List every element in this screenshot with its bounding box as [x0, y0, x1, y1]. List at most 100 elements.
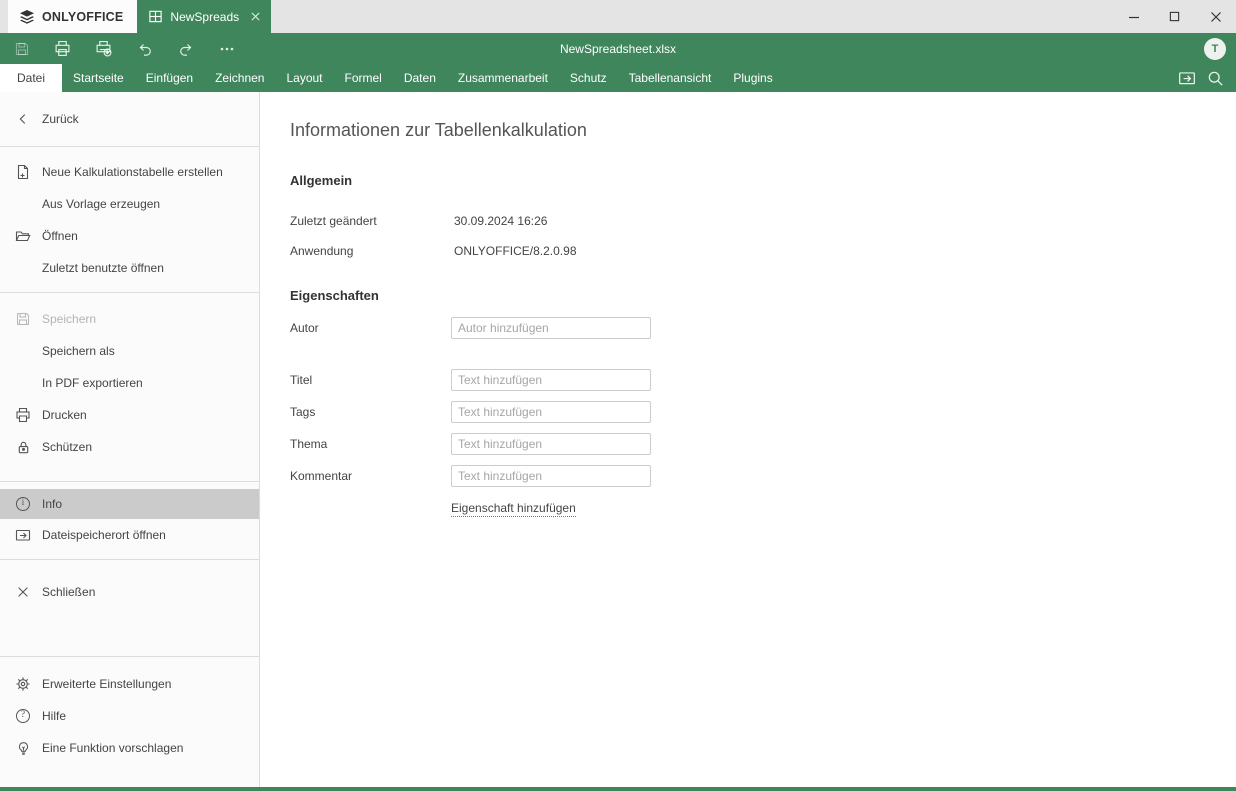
sidebar-section-save: Speichern Speichern als In PDF exportier… — [0, 293, 259, 481]
sidebar-item-zurueck[interactable]: Zurück — [0, 103, 259, 135]
property-row-autor: Autor — [290, 317, 1236, 339]
onlyoffice-logo-icon — [19, 9, 35, 25]
window-controls — [1113, 0, 1236, 33]
sidebar-item-label: Schließen — [42, 585, 95, 599]
sidebar-item-label: Hilfe — [42, 709, 66, 723]
sidebar-item-aus-vorlage[interactable]: Aus Vorlage erzeugen — [0, 188, 259, 220]
sidebar-item-speichern[interactable]: Speichern — [0, 303, 259, 335]
avatar[interactable]: T — [1204, 38, 1226, 60]
sidebar-section-back: Zurück — [0, 92, 259, 146]
tab-plugins[interactable]: Plugins — [722, 64, 783, 92]
quick-print-icon[interactable] — [95, 40, 112, 57]
app-logo-text: ONLYOFFICE — [42, 10, 123, 24]
sidebar-item-label: Dateispeicherort öffnen — [42, 528, 166, 542]
sidebar-item-label: Eine Funktion vorschlagen — [42, 741, 183, 755]
sidebar-section-help: Erweiterte Einstellungen ? Hilfe — [0, 657, 259, 775]
info-row-last-modified: Zuletzt geändert 30.09.2024 16:26 — [290, 214, 1236, 228]
autor-input[interactable] — [451, 317, 651, 339]
sidebar-item-oeffnen[interactable]: Öffnen — [0, 220, 259, 252]
tab-schutz[interactable]: Schutz — [559, 64, 618, 92]
sidebar-item-label: Aus Vorlage erzeugen — [42, 197, 160, 211]
no-icon — [14, 342, 32, 360]
sidebar-item-dateispeicherort[interactable]: Dateispeicherort öffnen — [0, 519, 259, 551]
lock-icon — [14, 438, 32, 456]
tab-datei[interactable]: Datei — [0, 64, 62, 92]
tab-startseite[interactable]: Startseite — [62, 64, 135, 92]
autor-label: Autor — [290, 321, 451, 335]
info-row-application: Anwendung ONLYOFFICE/8.2.0.98 — [290, 244, 1236, 258]
save-icon[interactable] — [13, 40, 30, 57]
titel-input[interactable] — [451, 369, 651, 391]
last-modified-value: 30.09.2024 16:26 — [454, 214, 547, 228]
app-logo: ONLYOFFICE — [8, 0, 137, 33]
sidebar-item-label: In PDF exportieren — [42, 376, 143, 390]
sidebar-item-schuetzen[interactable]: Schützen — [0, 431, 259, 463]
properties-heading: Eigenschaften — [290, 288, 1236, 303]
sidebar-item-hilfe[interactable]: ? Hilfe — [0, 700, 259, 732]
sidebar-item-funktion-vorschlagen[interactable]: Eine Funktion vorschlagen — [0, 732, 259, 764]
new-spreadsheet-icon — [14, 163, 32, 181]
chevron-left-icon — [14, 110, 32, 128]
gear-icon — [14, 675, 32, 693]
info-icon: i — [14, 495, 32, 513]
kommentar-input[interactable] — [451, 465, 651, 487]
sidebar-item-speichern-als[interactable]: Speichern als — [0, 335, 259, 367]
property-row-kommentar: Kommentar — [290, 465, 1236, 487]
thema-input[interactable] — [451, 433, 651, 455]
sidebar-item-erweiterte-einstellungen[interactable]: Erweiterte Einstellungen — [0, 668, 259, 700]
sidebar-item-label: Speichern — [42, 312, 96, 326]
folder-location-icon — [14, 526, 32, 544]
tab-layout[interactable]: Layout — [275, 64, 333, 92]
tab-formel[interactable]: Formel — [334, 64, 393, 92]
search-icon[interactable] — [1206, 69, 1224, 87]
titlebar-spacer — [271, 0, 1113, 33]
application-value: ONLYOFFICE/8.2.0.98 — [454, 244, 577, 258]
sidebar-item-neue-kalkulationstabelle[interactable]: Neue Kalkulationstabelle erstellen — [0, 156, 259, 188]
tab-close-icon[interactable] — [247, 9, 263, 25]
minimize-button[interactable] — [1113, 0, 1154, 33]
close-icon — [14, 583, 32, 601]
sidebar-section-close: Schließen — [0, 560, 259, 656]
thema-label: Thema — [290, 437, 451, 451]
bottom-accent-strip — [0, 787, 1236, 791]
sidebar-item-label: Schützen — [42, 440, 92, 454]
undo-icon[interactable] — [136, 40, 153, 57]
redo-icon[interactable] — [177, 40, 194, 57]
document-tab[interactable]: NewSpreads... — [137, 0, 271, 33]
sidebar-item-label: Drucken — [42, 408, 87, 422]
tab-zeichnen[interactable]: Zeichnen — [204, 64, 275, 92]
open-file-location-icon[interactable] — [1178, 69, 1196, 87]
property-row-tags: Tags — [290, 401, 1236, 423]
quick-access-icons — [0, 40, 235, 57]
tab-zusammenarbeit[interactable]: Zusammenarbeit — [447, 64, 559, 92]
sidebar-section-new: Neue Kalkulationstabelle erstellen Aus V… — [0, 147, 259, 292]
tab-tabellenansicht[interactable]: Tabellenansicht — [618, 64, 723, 92]
kommentar-label: Kommentar — [290, 469, 451, 483]
sidebar-item-schliessen[interactable]: Schließen — [0, 576, 259, 608]
property-row-thema: Thema — [290, 433, 1236, 455]
last-modified-label: Zuletzt geändert — [290, 214, 454, 228]
file-menu-body: Zurück Neue Kalkulationstabelle erstelle… — [0, 92, 1236, 787]
maximize-button[interactable] — [1154, 0, 1195, 33]
titel-label: Titel — [290, 373, 451, 387]
add-property-link[interactable]: Eigenschaft hinzufügen — [451, 501, 576, 517]
print-icon[interactable] — [54, 40, 71, 57]
application-label: Anwendung — [290, 244, 454, 258]
sidebar-item-info[interactable]: i Info — [0, 489, 259, 519]
sidebar-item-pdf-exportieren[interactable]: In PDF exportieren — [0, 367, 259, 399]
tab-einfuegen[interactable]: Einfügen — [135, 64, 204, 92]
sidebar-item-label: Speichern als — [42, 344, 115, 358]
printer-icon — [14, 406, 32, 424]
property-row-titel: Titel — [290, 369, 1236, 391]
sidebar-item-zuletzt-benutzte[interactable]: Zuletzt benutzte öffnen — [0, 252, 259, 284]
more-options-icon[interactable] — [218, 40, 235, 57]
general-heading: Allgemein — [290, 173, 1236, 188]
no-icon — [14, 195, 32, 213]
folder-open-icon — [14, 227, 32, 245]
tags-input[interactable] — [451, 401, 651, 423]
close-window-button[interactable] — [1195, 0, 1236, 33]
sidebar-item-label: Info — [42, 497, 62, 511]
sidebar-item-label: Neue Kalkulationstabelle erstellen — [42, 165, 223, 179]
tab-daten[interactable]: Daten — [393, 64, 447, 92]
sidebar-item-drucken[interactable]: Drucken — [0, 399, 259, 431]
